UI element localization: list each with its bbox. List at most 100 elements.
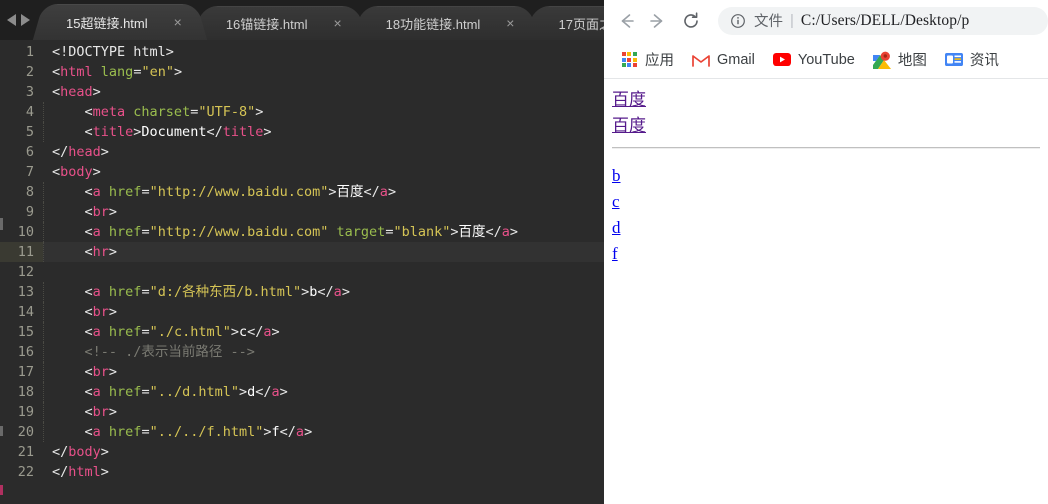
line-number: 14 <box>17 304 34 320</box>
maps-pin-icon <box>872 51 891 69</box>
bookmark-maps[interactable]: 地图 <box>867 47 933 73</box>
editor-tab-label: 17页面之间 <box>558 16 604 32</box>
back-button[interactable] <box>612 6 642 36</box>
triangle-right-icon[interactable] <box>20 14 30 26</box>
editor-tab-16[interactable]: 16锚链接.html × <box>205 6 354 40</box>
code-line-text: </head> <box>52 144 109 160</box>
bookmark-apps[interactable]: 应用 <box>614 47 680 73</box>
line-number: 8 <box>25 184 34 200</box>
page-link-baidu-2[interactable]: 百度 <box>612 113 646 139</box>
code-line-text: <a href="d:/各种东西/b.html">b</a> <box>43 282 604 302</box>
code-editor-pane: 15超链接.html × 16锚链接.html × 18功能链接.html × … <box>0 0 604 504</box>
line-number: 13 <box>17 284 34 300</box>
code-line-text: <br> <box>43 402 604 422</box>
editor-tab-18[interactable]: 18功能链接.html × <box>365 6 527 40</box>
bookmark-gmail[interactable]: Gmail <box>686 47 761 73</box>
triangle-left-icon[interactable] <box>6 14 16 26</box>
code-line[interactable]: 14 <br> <box>0 302 604 322</box>
code-line-text: <a href="http://www.baidu.com">百度</a> <box>43 182 604 202</box>
bookmark-news[interactable]: 资讯 <box>939 47 1005 73</box>
code-line[interactable]: 19 <br> <box>0 402 604 422</box>
page-link-f[interactable]: f <box>612 241 622 267</box>
code-line[interactable]: 5 <title>Document</title> <box>0 122 604 142</box>
screen-root: 15超链接.html × 16锚链接.html × 18功能链接.html × … <box>0 0 1048 504</box>
code-line-text: <title>Document</title> <box>43 122 604 142</box>
gmail-icon <box>692 51 710 69</box>
code-line[interactable]: 6 </head> <box>0 142 604 162</box>
code-line[interactable]: 11 <hr> <box>0 242 604 262</box>
code-line[interactable]: 20 <a href="../../f.html">f</a> <box>0 422 604 442</box>
code-line[interactable]: 1 <!DOCTYPE html> <box>0 42 604 62</box>
error-marker <box>0 485 3 495</box>
reload-icon <box>684 11 698 28</box>
bookmarks-bar: 应用 Gmail YouTube 地图 资讯 <box>604 41 1048 79</box>
line-number: 10 <box>17 224 34 240</box>
editor-tab-15[interactable]: 15超链接.html × <box>46 4 194 40</box>
line-number: 12 <box>17 264 34 280</box>
editor-tab-17[interactable]: 17页面之间 <box>538 6 604 40</box>
code-line[interactable]: 4 <meta charset="UTF-8"> <box>0 102 604 122</box>
code-text-area[interactable]: 1 <!DOCTYPE html> 2 <html lang="en"> 3 <head>… <box>0 40 604 504</box>
tab-scroll-arrows[interactable] <box>0 0 36 40</box>
code-line-text: <a href="../../f.html">f</a> <box>43 422 604 442</box>
code-line[interactable]: 22 </html> <box>0 462 604 482</box>
code-line[interactable]: 10 <a href="http://www.baidu.com" target… <box>0 222 604 242</box>
address-url-text: C:/Users/DELL/Desktop/p <box>800 11 970 29</box>
bookmark-label: 应用 <box>645 53 674 69</box>
page-link-row: 百度 <box>612 113 1040 139</box>
page-link-row: 百度 <box>612 87 1040 113</box>
line-number: 17 <box>17 364 34 380</box>
page-link-c[interactable]: c <box>612 189 622 215</box>
code-line[interactable]: 9 <br> <box>0 202 604 222</box>
line-number: 15 <box>17 324 34 340</box>
line-number: 5 <box>25 124 34 140</box>
code-line-text: <a href="../d.html">d</a> <box>43 382 604 402</box>
line-number: 6 <box>25 144 34 160</box>
address-separator: | <box>790 12 794 29</box>
line-number: 4 <box>25 104 34 120</box>
line-number: 19 <box>17 404 34 420</box>
code-line[interactable]: 18 <a href="../d.html">d</a> <box>0 382 604 402</box>
close-icon[interactable]: × <box>333 16 341 30</box>
code-line[interactable]: 16 <!-- ./表示当前路径 --> <box>0 342 604 362</box>
page-link-baidu-1[interactable]: 百度 <box>612 87 646 113</box>
code-line-text: <a href="http://www.baidu.com" target="b… <box>43 222 604 242</box>
editor-tab-label: 18功能链接.html <box>385 16 481 32</box>
arrow-right-icon <box>650 13 663 28</box>
close-icon[interactable]: × <box>174 15 182 29</box>
bookmark-label: 资讯 <box>969 53 999 69</box>
youtube-icon <box>772 51 791 69</box>
code-line[interactable]: 21 </body> <box>0 442 604 462</box>
code-line[interactable]: 17 <br> <box>0 362 604 382</box>
bookmark-youtube[interactable]: YouTube <box>767 47 861 73</box>
bookmark-label: YouTube <box>797 51 855 68</box>
address-scheme-label: 文件 <box>754 14 783 30</box>
line-number: 9 <box>25 204 34 220</box>
browser-toolbar: 文件 | C:/Users/DELL/Desktop/p <box>604 0 1048 41</box>
code-line[interactable]: 8 <a href="http://www.baidu.com">百度</a> <box>0 182 604 202</box>
line-number: 22 <box>17 464 34 480</box>
code-line-text <box>43 262 604 282</box>
address-bar[interactable]: 文件 | C:/Users/DELL/Desktop/p <box>718 6 1048 35</box>
code-line-text: <!-- ./表示当前路径 --> <box>43 342 604 362</box>
page-link-d[interactable]: d <box>612 215 622 241</box>
editor-tab-label: 16锚链接.html <box>225 16 308 32</box>
info-circle-icon[interactable] <box>730 13 746 29</box>
code-line[interactable]: 13 <a href="d:/各种东西/b.html">b</a> <box>0 282 604 302</box>
code-line-text: <html lang="en"> <box>52 64 183 80</box>
code-line[interactable]: 3 <head> <box>0 82 604 102</box>
close-icon[interactable]: × <box>506 16 514 30</box>
forward-button[interactable] <box>642 6 672 36</box>
browser-pane: 文件 | C:/Users/DELL/Desktop/p 应用 Gmail Yo… <box>604 0 1048 504</box>
code-line[interactable]: 12 <box>0 262 604 282</box>
reload-button[interactable] <box>676 6 706 36</box>
code-line[interactable]: 2 <html lang="en"> <box>0 62 604 82</box>
page-link-b[interactable]: b <box>612 163 622 189</box>
code-line-text: <hr> <box>43 242 604 262</box>
code-line-text: <br> <box>43 302 604 322</box>
code-line[interactable]: 15 <a href="./c.html">c</a> <box>0 322 604 342</box>
line-number: 1 <box>25 44 34 60</box>
bookmark-label: 地图 <box>897 53 927 69</box>
code-line[interactable]: 7 <body> <box>0 162 604 182</box>
editor-tab-bar: 15超链接.html × 16锚链接.html × 18功能链接.html × … <box>0 0 604 40</box>
